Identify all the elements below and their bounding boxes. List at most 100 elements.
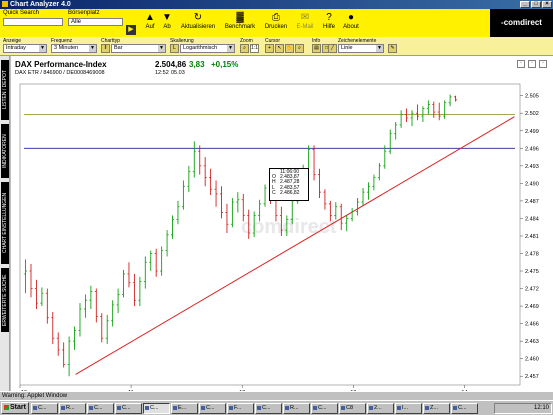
magnifier-icon[interactable]: ⌕	[295, 44, 304, 53]
quick-search-label: Quick Search	[3, 10, 40, 16]
taskbar-task[interactable]: 2...	[367, 403, 394, 414]
taskbar-task[interactable]: C...	[87, 403, 114, 414]
y-tick-label: 2.469	[525, 304, 539, 310]
app-icon	[61, 406, 65, 410]
info-table-icon[interactable]: ▤	[312, 44, 321, 53]
zeichenelemente-select[interactable]: Linie ▼	[338, 44, 384, 53]
title-bar: Chart Analyzer 4.0 _ □ ×	[0, 0, 553, 9]
app-icon	[145, 406, 149, 410]
arrow-down-icon: ▼	[162, 12, 172, 23]
y-tick-label: 2.496	[525, 146, 539, 152]
chart-header-icons: ▫ ▫ ▫	[517, 60, 547, 68]
taskbar-task[interactable]: R...	[59, 403, 86, 414]
y-tick-label: 2.502	[525, 111, 539, 117]
app-icon	[33, 406, 37, 410]
chevron-down-icon: ▼	[39, 45, 46, 52]
taskbar-task[interactable]: C8	[339, 403, 366, 414]
pencil-icon[interactable]: ✎	[388, 44, 397, 53]
window-controls: _ □ ×	[520, 1, 552, 8]
bar-chart-icon[interactable]: ‖	[101, 44, 110, 53]
chevron-down-icon: ▼	[158, 45, 165, 52]
app-icon	[369, 406, 373, 410]
taskbar-task[interactable]: C...	[311, 403, 338, 414]
refresh-icon: ↻	[193, 12, 203, 23]
crosshair-icon[interactable]: +	[265, 44, 274, 53]
y-tick-label: 2.478	[525, 251, 539, 257]
windows-flag-icon	[4, 405, 9, 410]
zoom-icon[interactable]: ⌕	[240, 44, 249, 53]
app-icon	[117, 406, 121, 410]
main-toolbar: Quick Search Börsenplatz Alle ▶ ▲ Auf ▼ …	[0, 9, 553, 37]
aktualisieren-button[interactable]: ↻ Aktualisieren	[178, 11, 218, 30]
instrument-id: DAX ETR / 846900 / DE0008469008	[15, 70, 105, 76]
chevron-down-icon: ▼	[89, 45, 96, 52]
y-tick-label: 2.475	[525, 269, 539, 275]
taskbar-task[interactable]: E...	[171, 403, 198, 414]
quote-date: 05.03	[171, 70, 185, 76]
price-chart[interactable]: 2.457 2.460 2.463 2.466 2.469 2.472 2.475 2.478…	[11, 78, 553, 400]
go-button[interactable]: ▶	[126, 25, 136, 35]
app-icon	[285, 406, 289, 410]
taskbar-task[interactable]: C...	[115, 403, 142, 414]
app-icon	[229, 406, 233, 410]
about-button[interactable]: ● About	[341, 11, 361, 30]
line-tool-icon[interactable]: ╱	[328, 44, 337, 53]
taskbar-task[interactable]: C...	[31, 403, 58, 414]
app-icon	[201, 406, 205, 410]
anzeige-select[interactable]: Intraday ▼	[3, 44, 47, 53]
taskbar-task[interactable]: I...	[395, 403, 422, 414]
window-icon[interactable]: ▫	[528, 60, 536, 68]
maximize-icon[interactable]: ▫	[539, 60, 547, 68]
start-button[interactable]: Start	[1, 402, 29, 414]
log-scale-icon[interactable]: L	[170, 44, 179, 53]
email-button[interactable]: ✉ E-Mail	[293, 11, 317, 30]
taskbar-task[interactable]: C...	[255, 403, 282, 414]
quick-search-input[interactable]	[3, 18, 63, 26]
taskbar-task[interactable]: C...	[199, 403, 226, 414]
side-tab-bar: LISTEN / DEPOT INDIKATOREN CHART EINSTEL…	[0, 56, 10, 400]
ab-button[interactable]: ▼ Ab	[160, 11, 174, 30]
close-icon[interactable]: ×	[542, 1, 552, 8]
tab-listen-depot[interactable]: LISTEN / DEPOT	[1, 60, 9, 120]
ohlc-tooltip: 11:06:00 O 2.483,87 H 2.487,28 L 2.483,57 C…	[269, 168, 309, 201]
hilfe-button[interactable]: ? Hilfe	[320, 11, 338, 30]
benchmark-button[interactable]: ▓ Benchmark	[222, 11, 258, 30]
document-icon[interactable]: ▫	[517, 60, 525, 68]
hand-icon[interactable]: ✋	[285, 44, 294, 53]
skalierung-select[interactable]: Logarithmisch ▼	[180, 44, 235, 53]
taskbar-task[interactable]: C...	[451, 403, 478, 414]
boersenplatz-select[interactable]: Alle	[68, 18, 123, 26]
tab-indikatoren[interactable]: INDIKATOREN	[1, 124, 9, 178]
price-change: 3,83	[189, 60, 205, 69]
help-icon: ?	[326, 12, 332, 23]
printer-icon: ⎙	[272, 12, 280, 23]
minimize-icon[interactable]: _	[520, 1, 530, 8]
taskbar-task[interactable]: C...	[143, 403, 170, 414]
y-tick-label: 2.505	[525, 94, 539, 100]
taskbar-task[interactable]: Z...	[423, 403, 450, 414]
maximize-icon[interactable]: □	[531, 1, 541, 8]
charttyp-select[interactable]: Bar ▼	[111, 44, 166, 53]
zoom-ratio-button[interactable]: 1:1	[250, 44, 259, 53]
tab-erweiterte-suche[interactable]: ERWEITERTE SUCHE	[1, 268, 9, 332]
tab-chart-einstellungen[interactable]: CHART EINSTELLUNGEN	[1, 182, 9, 264]
window-title: Chart Analyzer 4.0	[10, 1, 71, 8]
y-tick-label: 2.472	[525, 287, 539, 293]
chevron-down-icon: ▼	[227, 45, 234, 52]
drucken-button[interactable]: ⎙ Drucken	[262, 11, 290, 30]
auf-button[interactable]: ▲ Auf	[143, 11, 157, 30]
instrument-title: DAX Performance-Index	[15, 60, 107, 69]
chevron-down-icon: ▼	[376, 45, 383, 52]
mail-icon: ✉	[300, 12, 310, 23]
plot-frame	[19, 83, 521, 386]
y-tick-label: 2.466	[525, 322, 539, 328]
y-tick-label: 2.490	[525, 181, 539, 187]
taskbar-task[interactable]: F...	[227, 403, 254, 414]
app-icon	[257, 406, 261, 410]
taskbar-task[interactable]: R...	[283, 403, 310, 414]
y-tick-label: 2.481	[525, 234, 539, 240]
app-icon	[313, 406, 317, 410]
price-change-pct: +0,15%	[211, 60, 239, 69]
pointer-icon[interactable]: ↖	[275, 44, 284, 53]
frequenz-select[interactable]: 3 Minuten ▼	[51, 44, 97, 53]
